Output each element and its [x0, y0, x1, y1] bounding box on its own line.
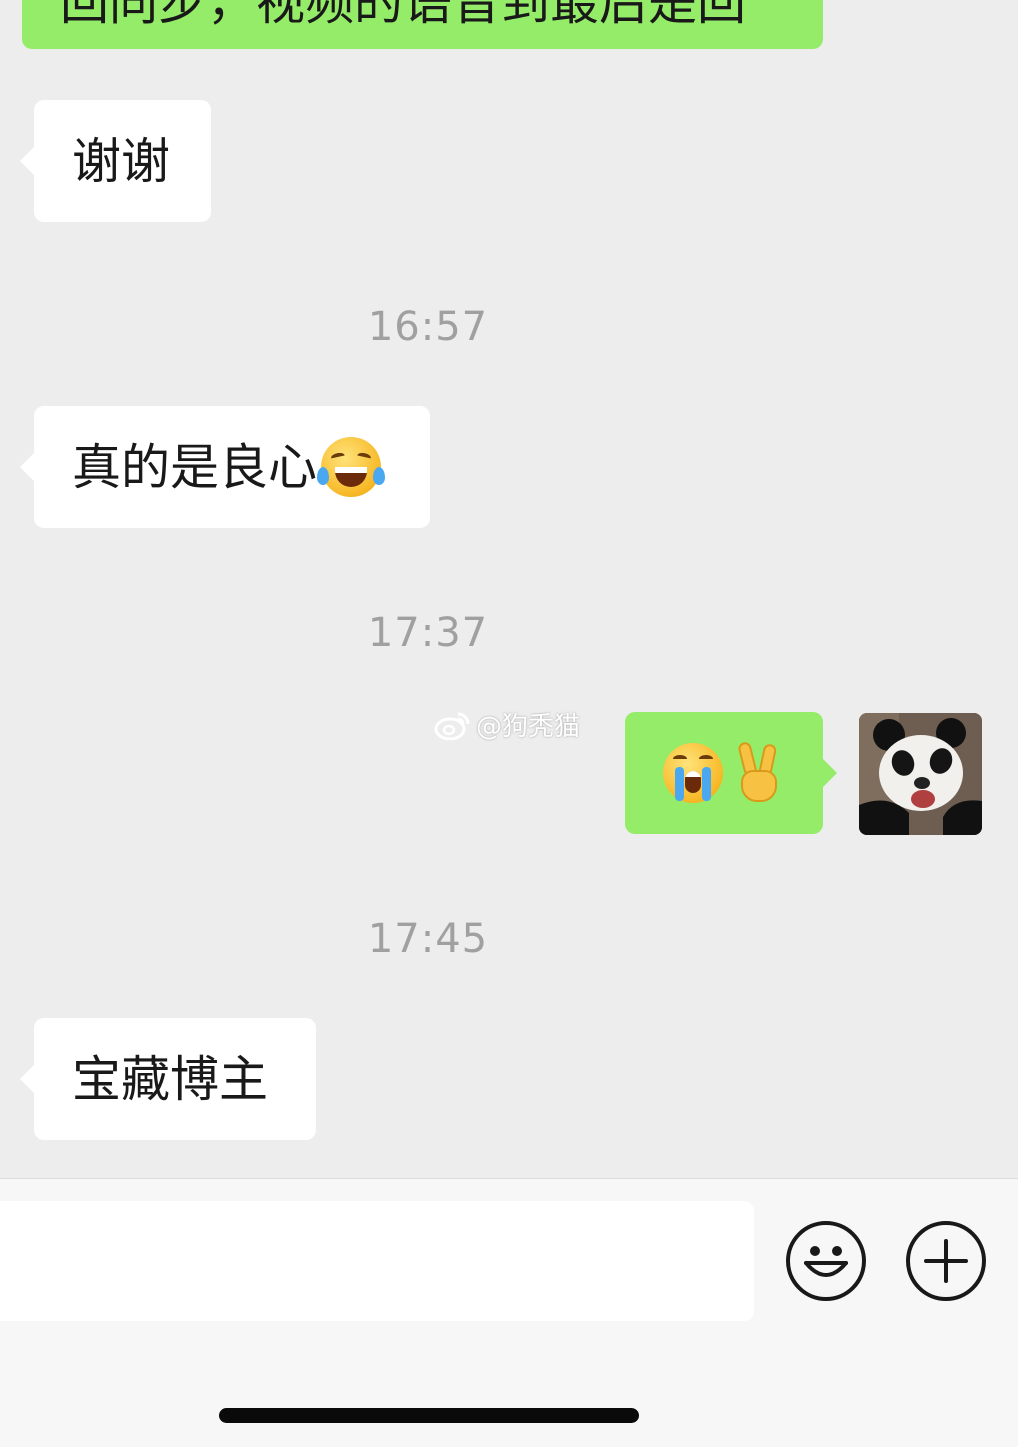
- message-bubble-incoming[interactable]: 真的是良心: [20, 406, 430, 528]
- plus-button[interactable]: [906, 1221, 986, 1301]
- weibo-logo-icon: [434, 710, 472, 740]
- message-text: 真的是良心: [72, 438, 318, 496]
- emoji-icon: [804, 1246, 848, 1277]
- avatar[interactable]: [859, 713, 982, 835]
- laughing-tears-emoji-icon: [317, 437, 386, 497]
- chat-area[interactable]: 回同步，视频的语音到最后是回 谢谢 16:57 真的是良心 17:37 @狗秃猫: [0, 0, 1018, 1178]
- message-text: 回同步，视频的语音到最后是回: [60, 0, 747, 31]
- home-indicator[interactable]: [219, 1408, 639, 1423]
- timestamp: 17:37: [367, 610, 489, 656]
- message-bubble-incoming[interactable]: 谢谢: [20, 100, 211, 222]
- timestamp: 16:57: [367, 304, 489, 350]
- plus-icon: [924, 1239, 968, 1283]
- message-input[interactable]: [0, 1201, 754, 1321]
- watermark: @狗秃猫: [434, 706, 580, 743]
- crying-face-emoji-icon: [663, 743, 723, 803]
- message-bubble-outgoing[interactable]: 回同步，视频的语音到最后是回: [22, 0, 823, 49]
- message-text: 宝藏博主: [72, 1050, 269, 1108]
- timestamp: 17:45: [367, 916, 489, 962]
- message-bubble-outgoing[interactable]: [625, 712, 837, 834]
- message-text: 谢谢: [72, 132, 171, 190]
- watermark-text: @狗秃猫: [476, 712, 581, 742]
- message-bubble-incoming[interactable]: 宝藏博主: [20, 1018, 316, 1140]
- panda-avatar-icon: [859, 713, 982, 835]
- emoji-button[interactable]: [786, 1221, 866, 1301]
- input-bar: [0, 1178, 1018, 1447]
- victory-hand-emoji-icon: [735, 740, 783, 804]
